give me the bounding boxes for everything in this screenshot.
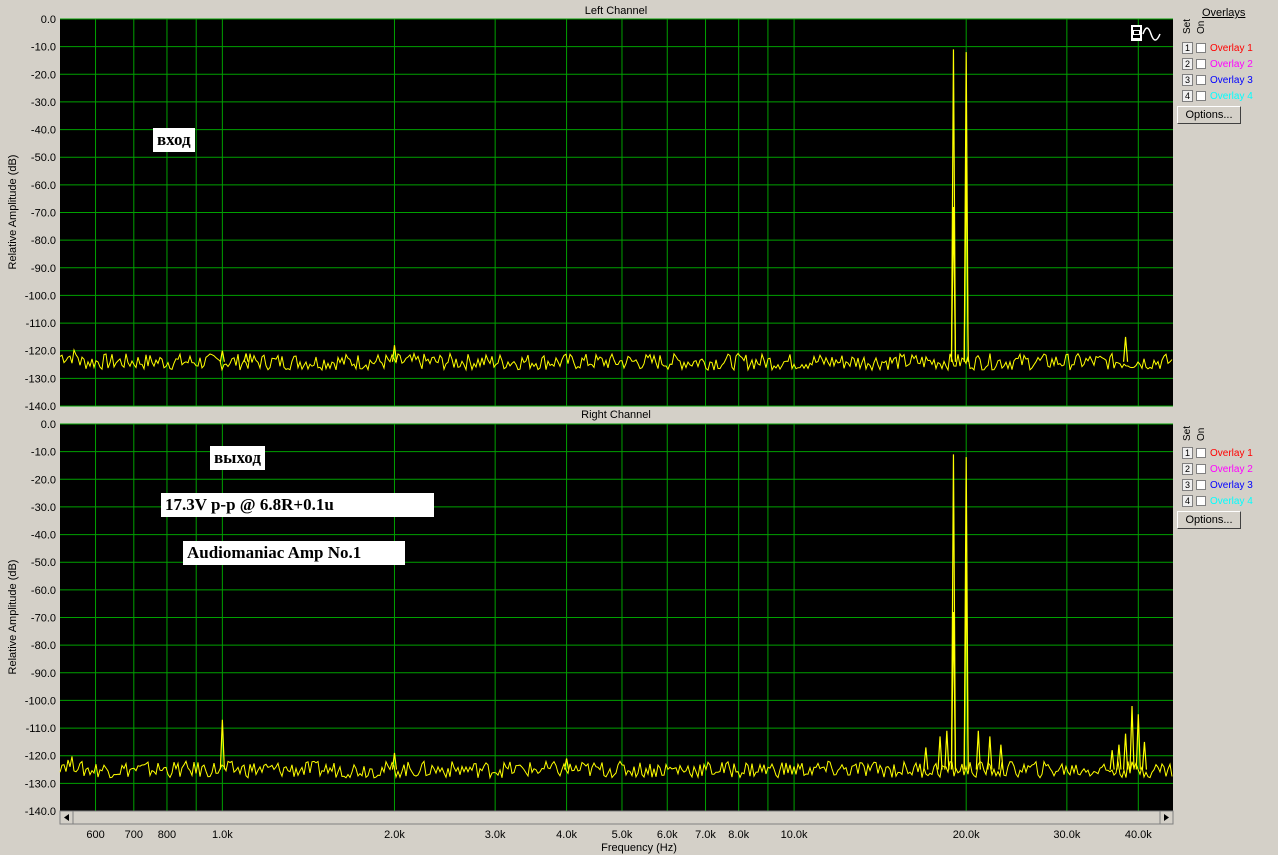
y-tick-label: -90.0 (31, 668, 56, 680)
y-tick-label: -60.0 (31, 180, 56, 192)
y-tick-label: -70.0 (31, 208, 56, 220)
overlay-label: Overlay 4 (1210, 495, 1253, 507)
y-tick-label: -40.0 (31, 125, 56, 137)
y-tick-label: -50.0 (31, 152, 56, 164)
y-tick-label: -30.0 (31, 97, 56, 109)
x-tick-label: 3.0k (485, 829, 506, 841)
on-column-label: On (1196, 20, 1207, 34)
x-tick-label: 30.0k (1053, 829, 1080, 841)
overlay-row-3: 3 Overlay 3 (1182, 478, 1253, 492)
overlay-on-checkbox[interactable] (1196, 480, 1206, 490)
y-tick-label: -140.0 (25, 401, 56, 413)
annotation-input-label: вход (153, 128, 195, 152)
overlay-on-checkbox[interactable] (1196, 91, 1206, 101)
left-channel-y-ticks: 0.0 -10.0 -20.0 -30.0 -40.0 -50.0 -60.0 -70.0 -8… (25, 14, 56, 413)
overlay-set-button[interactable]: 3 (1182, 74, 1193, 86)
overlay-label: Overlay 4 (1210, 90, 1253, 102)
annotation-output-label: выход (210, 446, 265, 470)
overlay-row-2: 2 Overlay 2 (1182, 462, 1253, 476)
overlay-row-2: 2 Overlay 2 (1182, 57, 1253, 71)
y-tick-label: -110.0 (26, 723, 56, 735)
x-tick-label: 4.0k (556, 829, 577, 841)
overlay-set-button[interactable]: 4 (1182, 495, 1193, 507)
overlay-set-button[interactable]: 1 (1182, 42, 1193, 54)
y-tick-label: -10.0 (31, 447, 56, 459)
overlay-label: Overlay 3 (1210, 479, 1253, 491)
overlay-set-button[interactable]: 2 (1182, 58, 1193, 70)
y-tick-label: -80.0 (31, 640, 56, 652)
x-tick-label: 2.0k (384, 829, 405, 841)
overlay-label: Overlay 1 (1210, 42, 1253, 54)
x-tick-label: 800 (158, 829, 176, 841)
right-channel-title: Right Channel (581, 409, 651, 421)
y-tick-label: -130.0 (25, 373, 56, 385)
x-tick-label: 600 (86, 829, 104, 841)
y-tick-label: 0.0 (41, 14, 56, 26)
y-tick-label: -40.0 (31, 530, 56, 542)
overlay-on-checkbox[interactable] (1196, 448, 1206, 458)
overlay-row-3: 3 Overlay 3 (1182, 73, 1253, 87)
y-tick-label: 0.0 (41, 419, 56, 431)
overlay-set-button[interactable]: 3 (1182, 479, 1193, 491)
overlay-row-4: 4 Overlay 4 (1182, 89, 1253, 103)
frequency-axis-ticks: 600 700 800 1.0k 2.0k 3.0k 4.0k 5.0k 6.0k 7.0k 8.0… (86, 829, 1152, 841)
overlay-label: Overlay 2 (1210, 463, 1253, 475)
x-tick-label: 7.0k (695, 829, 716, 841)
y-tick-label: -100.0 (25, 290, 56, 302)
x-tick-label: 40.0k (1125, 829, 1152, 841)
x-tick-label: 5.0k (612, 829, 633, 841)
y-tick-label: -60.0 (31, 585, 56, 597)
frequency-scrollbar[interactable] (59, 810, 1174, 825)
overlays-title[interactable]: Overlays (1202, 7, 1245, 19)
overlay-on-checkbox[interactable] (1196, 59, 1206, 69)
y-tick-label: -110.0 (26, 318, 56, 330)
overlay-row-1: 1 Overlay 1 (1182, 446, 1253, 460)
y-tick-label: -120.0 (25, 346, 56, 358)
set-column-label-right: Set (1182, 425, 1193, 441)
y-tick-label: -20.0 (31, 474, 56, 486)
overlay-label: Overlay 3 (1210, 74, 1253, 86)
x-axis-label: Frequency (Hz) (601, 842, 677, 854)
overlay-label: Overlay 2 (1210, 58, 1253, 70)
x-tick-label: 8.0k (728, 829, 749, 841)
y-tick-label: -20.0 (31, 69, 56, 81)
left-channel-title: Left Channel (585, 5, 647, 17)
y-tick-label: -100.0 (25, 695, 56, 707)
y-tick-label: -120.0 (25, 751, 56, 763)
x-tick-label: 20.0k (953, 829, 980, 841)
overlay-on-checkbox[interactable] (1196, 496, 1206, 506)
x-tick-label: 10.0k (781, 829, 808, 841)
y-tick-label: -90.0 (31, 263, 56, 275)
x-tick-label: 1.0k (212, 829, 233, 841)
right-channel-y-ticks: 0.0 -10.0 -20.0 -30.0 -40.0 -50.0 -60.0 -70.0 -8… (25, 419, 56, 818)
annotation-device: Audiomaniac Amp No.1 (183, 541, 405, 565)
x-tick-label: 6.0k (657, 829, 678, 841)
y-tick-label: -70.0 (31, 613, 56, 625)
on-column-label-right: On (1196, 427, 1207, 441)
right-y-axis-label: Relative Amplitude (dB) (7, 560, 19, 675)
annotation-condition: 17.3V p-p @ 6.8R+0.1u (161, 493, 434, 517)
left-y-axis-label: Relative Amplitude (dB) (7, 155, 19, 270)
left-options-button[interactable]: Options... (1177, 106, 1241, 124)
y-tick-label: -50.0 (31, 557, 56, 569)
overlay-set-button[interactable]: 1 (1182, 447, 1193, 459)
overlay-set-button[interactable]: 4 (1182, 90, 1193, 102)
y-tick-label: -30.0 (31, 502, 56, 514)
y-tick-label: -140.0 (25, 806, 56, 818)
y-tick-label: -80.0 (31, 235, 56, 247)
y-tick-label: -130.0 (25, 778, 56, 790)
overlay-on-checkbox[interactable] (1196, 464, 1206, 474)
right-options-button[interactable]: Options... (1177, 511, 1241, 529)
y-tick-label: -10.0 (31, 42, 56, 54)
overlay-on-checkbox[interactable] (1196, 43, 1206, 53)
overlay-row-1: 1 Overlay 1 (1182, 41, 1253, 55)
overlay-on-checkbox[interactable] (1196, 75, 1206, 85)
overlay-set-button[interactable]: 2 (1182, 463, 1193, 475)
overlay-row-4: 4 Overlay 4 (1182, 494, 1253, 508)
set-column-label: Set (1182, 18, 1193, 34)
x-tick-label: 700 (125, 829, 143, 841)
overlay-label: Overlay 1 (1210, 447, 1253, 459)
